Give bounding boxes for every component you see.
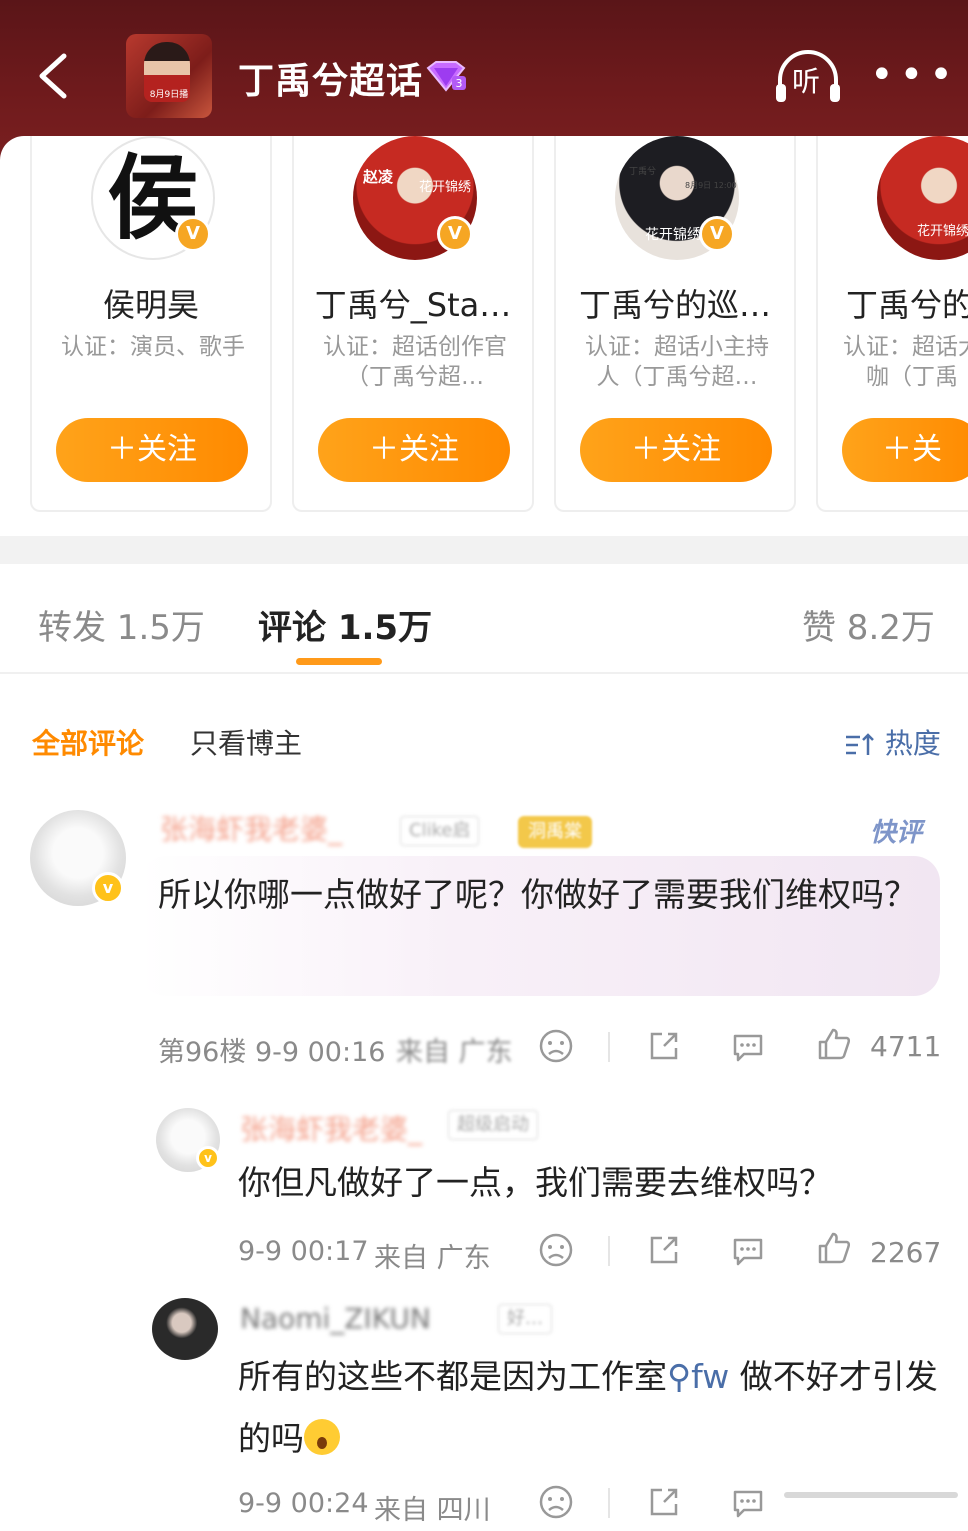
comment-username[interactable]: 张海虾我老婆_ xyxy=(160,808,342,848)
follow-button[interactable]: ＋关注 xyxy=(56,418,248,482)
follow-button[interactable]: ＋关 xyxy=(842,418,968,482)
recommend-card[interactable]: 丁禹兮 8月9日 12:00 花开锦绣 V 丁禹兮的巡… 认证：超话小主持人（丁… xyxy=(554,136,796,512)
like-count: 4711 xyxy=(870,1030,942,1063)
recommend-card[interactable]: 花开锦绣 丁禹兮的 认证：超话大咖（丁禹 ＋关 xyxy=(816,136,968,512)
share-icon[interactable] xyxy=(646,1232,682,1268)
comment-text: 所有的这些不都是因为工作室⚲fw 做不好才引发的吗 xyxy=(238,1346,948,1470)
account-verification: 认证：超话大咖（丁禹 xyxy=(843,334,968,390)
recommend-card[interactable]: 侯 V 侯明昊 认证：演员、歌手 ＋关注 xyxy=(30,136,272,512)
supertopic-cover-image[interactable]: 8月9日播 xyxy=(126,34,212,118)
comment-time: 9-9 00:24 xyxy=(238,1488,369,1519)
share-icon[interactable] xyxy=(646,1028,682,1064)
reply-icon[interactable] xyxy=(730,1028,766,1064)
reply-icon[interactable] xyxy=(730,1484,766,1520)
section-divider xyxy=(0,536,968,564)
comment-text-part: 所有的这些不都是因为工作室 xyxy=(238,1357,667,1396)
dislike-face-icon[interactable] xyxy=(538,1028,574,1064)
filter-all-comments[interactable]: 全部评论 xyxy=(32,722,144,762)
verified-badge-icon: V xyxy=(175,216,211,252)
account-name[interactable]: 丁禹兮的 xyxy=(846,280,968,326)
account-verification: 认证：超话创作官（丁禹兮超… xyxy=(323,334,507,390)
verified-badge-icon: v xyxy=(196,1146,220,1170)
avatar-text: 花开锦绣 xyxy=(645,227,701,243)
dislike-face-icon[interactable] xyxy=(538,1232,574,1268)
avatar-text: 花开锦绣 xyxy=(917,224,968,239)
sort-button[interactable]: 热度 xyxy=(844,722,941,762)
comment-username[interactable]: Naomi_ZIKUN xyxy=(240,1302,431,1335)
cover-text: 8月9日播 xyxy=(149,90,189,100)
svg-text:3: 3 xyxy=(456,77,463,90)
divider xyxy=(608,1032,610,1062)
fan-level-badge: 洞禹棠 xyxy=(518,816,592,848)
comment-text: 你但凡做好了一点，我们需要去维权吗？ xyxy=(238,1163,832,1202)
user-tag: Clike启 xyxy=(400,816,480,846)
tab-comment[interactable]: 评论 1.5万 xyxy=(258,600,432,649)
avatar-text: 花开锦绣 xyxy=(419,180,472,195)
account-verification: 认证：演员、歌手 xyxy=(61,334,245,360)
comment-floor-time: 第96楼 9-9 00:16 xyxy=(158,1037,386,1068)
comment-text: 所以你哪一点做好了呢？你做好了需要我们维权吗？ xyxy=(158,875,917,914)
avatar-text: 丁禹兮 xyxy=(629,167,657,177)
search-icon: ⚲ xyxy=(667,1357,692,1396)
sort-label: 热度 xyxy=(884,727,941,760)
user-tag: 好… xyxy=(498,1304,552,1334)
like-count: 2267 xyxy=(870,1236,942,1269)
listen-button[interactable]: 听 xyxy=(772,48,844,104)
share-icon[interactable] xyxy=(646,1484,682,1520)
avatar-text: 赵凌 xyxy=(363,168,394,186)
more-options-icon[interactable]: ••• xyxy=(870,55,959,95)
tab-like[interactable]: 赞 8.2万 xyxy=(802,600,935,649)
back-arrow-icon[interactable] xyxy=(30,50,80,102)
comment-location: 来自 四川 xyxy=(374,1495,491,1526)
divider xyxy=(608,1236,610,1266)
sort-icon xyxy=(844,731,876,759)
user-tag: 超级启动 xyxy=(448,1110,538,1140)
recommend-card[interactable]: 赵凌 花开锦绣 V 丁禹兮_Sta… 认证：超话创作官（丁禹兮超… ＋关注 xyxy=(292,136,534,512)
comment-time: 9-9 00:17 xyxy=(238,1236,369,1267)
avatar[interactable]: 花开锦绣 xyxy=(877,136,968,260)
follow-button[interactable]: ＋关注 xyxy=(580,418,772,482)
filter-owner-only[interactable]: 只看博主 xyxy=(190,722,302,762)
comment-location: 来自 广东 xyxy=(374,1243,491,1274)
account-name[interactable]: 丁禹兮的巡… xyxy=(556,280,794,326)
page-title: 丁禹兮超话 xyxy=(238,61,424,102)
interaction-tabs: 转发 1.5万 评论 1.5万 赞 8.2万 xyxy=(0,564,968,674)
verified-badge-icon: V xyxy=(699,216,735,252)
tab-repost[interactable]: 转发 1.5万 xyxy=(38,600,205,649)
quick-comment-badge: 快评 xyxy=(870,818,923,848)
vip-diamond-icon: 3 xyxy=(424,60,468,94)
reply-icon[interactable] xyxy=(730,1232,766,1268)
search-link[interactable]: ⚲fw xyxy=(667,1357,729,1396)
comment-location: 来自 广东 xyxy=(396,1037,513,1068)
like-thumb-icon[interactable] xyxy=(816,1026,852,1062)
avatar[interactable] xyxy=(152,1298,218,1360)
search-link-text: fw xyxy=(691,1357,730,1396)
home-indicator xyxy=(784,1492,958,1498)
account-name[interactable]: 侯明昊 xyxy=(32,280,270,326)
like-thumb-icon[interactable] xyxy=(816,1230,852,1266)
account-verification: 认证：超话小主持人（丁禹兮超… xyxy=(585,334,769,390)
follow-button[interactable]: ＋关注 xyxy=(318,418,510,482)
divider xyxy=(608,1488,610,1518)
verified-badge-icon: V xyxy=(437,216,473,252)
dislike-face-icon[interactable] xyxy=(538,1484,574,1520)
avatar-text: 8月9日 12:00 xyxy=(685,181,737,190)
account-name[interactable]: 丁禹兮_Sta… xyxy=(294,280,532,326)
comment-username[interactable]: 张海虾我老婆_ xyxy=(240,1108,422,1148)
listen-label: 听 xyxy=(792,65,821,98)
active-tab-indicator xyxy=(296,658,382,665)
shocked-emoji-icon xyxy=(304,1418,340,1455)
verified-badge-icon: v xyxy=(92,872,124,904)
